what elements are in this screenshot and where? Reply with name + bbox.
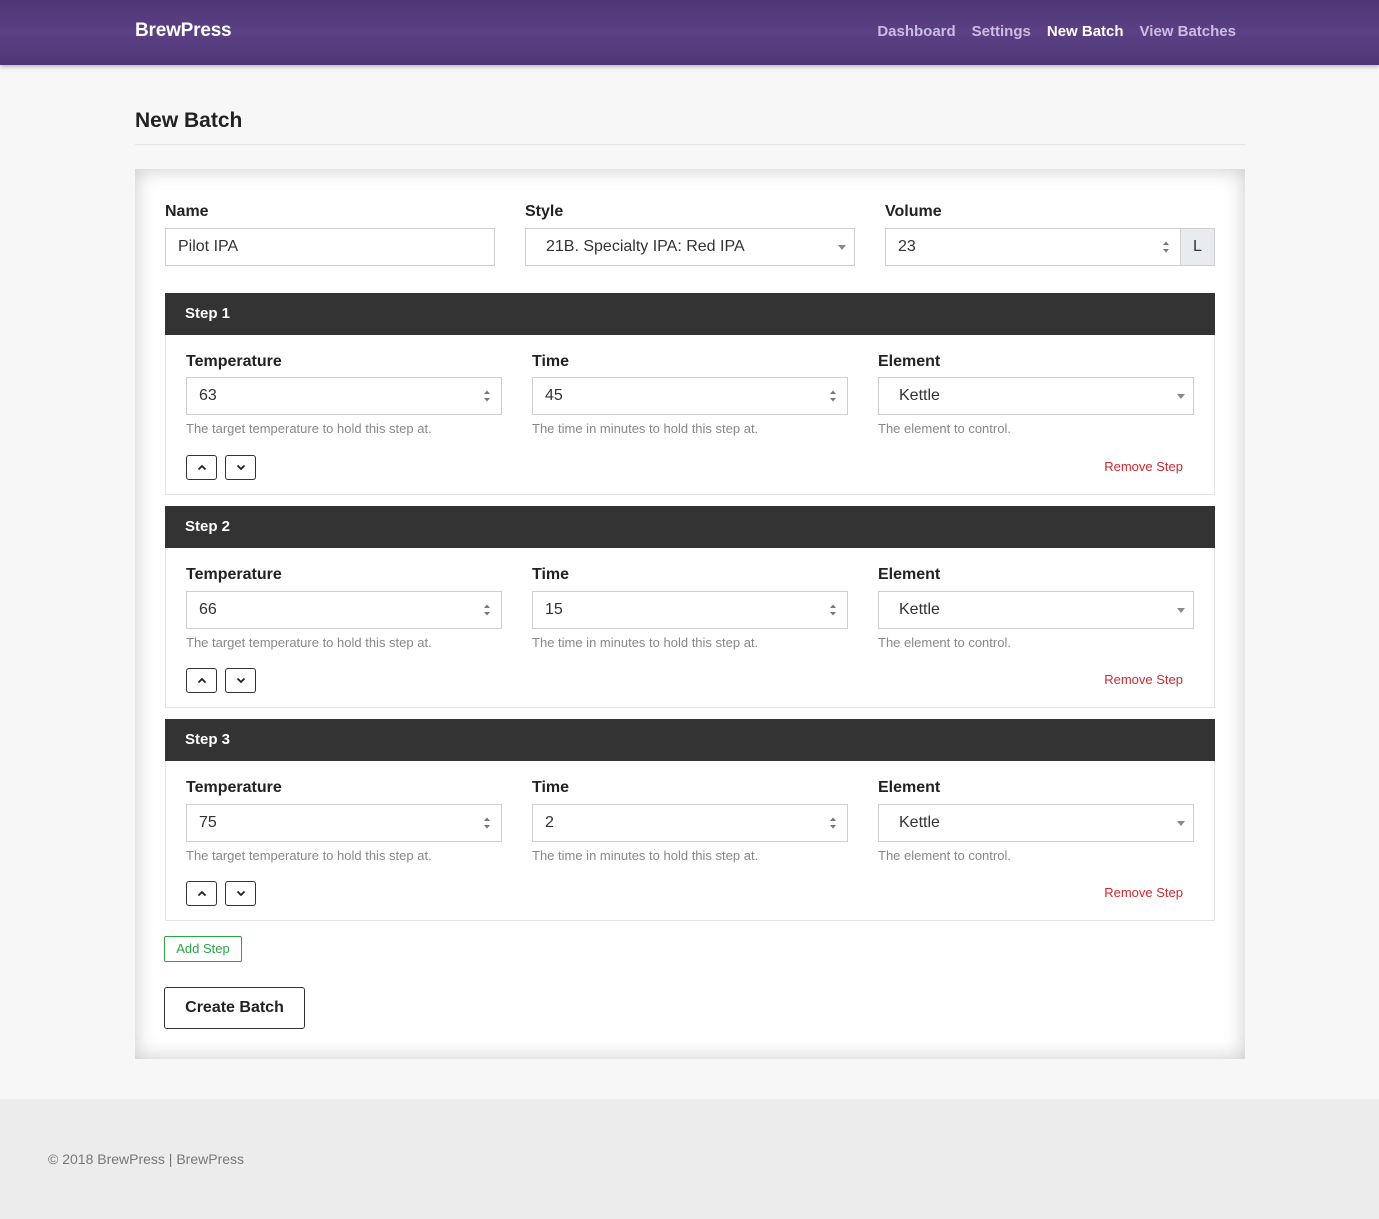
temperature-value: 75 (199, 814, 217, 831)
element-label: Element (878, 779, 941, 796)
spinner-arrows-icon[interactable] (483, 816, 491, 830)
style-select-value: 21B. Specialty IPA: Red IPA (546, 238, 745, 255)
time-label: Time (532, 353, 570, 370)
element-select[interactable]: Kettle (878, 804, 1194, 842)
element-help: The element to control. (878, 635, 1011, 650)
time-input[interactable]: 15 (532, 591, 848, 629)
title-divider (135, 144, 1245, 145)
time-label: Time (532, 566, 570, 583)
volume-label: Volume (885, 203, 942, 220)
time-label: Time (532, 779, 570, 796)
remove-step-link[interactable]: Remove Step (1104, 672, 1183, 687)
move-step-down-button[interactable] (225, 668, 256, 693)
temperature-help: The target temperature to hold this step… (186, 421, 432, 436)
element-value: Kettle (899, 601, 940, 618)
element-select[interactable]: Kettle (878, 591, 1194, 629)
move-step-down-button[interactable] (225, 881, 256, 906)
chevron-up-icon (197, 464, 207, 471)
element-label: Element (878, 353, 941, 370)
temperature-label: Temperature (186, 779, 282, 796)
spinner-arrows-icon[interactable] (829, 389, 837, 403)
step-panel: Step 2 Temperature 66 The target tempera… (165, 506, 1215, 708)
create-batch-button[interactable]: Create Batch (164, 987, 305, 1029)
name-label: Name (165, 203, 209, 220)
footer-copyright: © 2018 BrewPress | BrewPress (48, 1151, 245, 1167)
spinner-arrows-icon[interactable] (829, 816, 837, 830)
chevron-up-icon (197, 677, 207, 684)
nav-link-new-batch[interactable]: New Batch (1047, 23, 1124, 40)
nav-link-settings[interactable]: Settings (972, 23, 1031, 40)
chevron-down-icon (838, 245, 846, 250)
temperature-help: The target temperature to hold this step… (186, 848, 432, 863)
temperature-label: Temperature (186, 353, 282, 370)
temperature-input[interactable]: 75 (186, 804, 502, 842)
time-input[interactable]: 2 (532, 804, 848, 842)
move-step-up-button[interactable] (186, 881, 217, 906)
step-header: Step 1 (165, 293, 1215, 335)
spinner-arrows-icon[interactable] (829, 603, 837, 617)
volume-input[interactable]: 23 (885, 228, 1181, 266)
chevron-up-icon (197, 890, 207, 897)
element-select[interactable]: Kettle (878, 377, 1194, 415)
move-step-up-button[interactable] (186, 668, 217, 693)
temperature-value: 63 (199, 387, 217, 404)
page-title: New Batch (135, 109, 243, 132)
remove-step-link[interactable]: Remove Step (1104, 459, 1183, 474)
batch-form-card: Name Pilot IPA Style 21B. Specialty IPA:… (135, 169, 1245, 1059)
chevron-down-icon (1177, 821, 1185, 826)
add-step-button[interactable]: Add Step (164, 936, 242, 962)
spinner-arrows-icon[interactable] (1162, 240, 1170, 254)
page-footer: © 2018 BrewPress | BrewPress (0, 1099, 1379, 1219)
step-panel: Step 3 Temperature 75 The target tempera… (165, 719, 1215, 921)
element-value: Kettle (899, 814, 940, 831)
name-input[interactable]: Pilot IPA (165, 228, 495, 266)
style-label: Style (525, 203, 564, 220)
brand-logo[interactable]: BrewPress (135, 20, 232, 42)
time-input[interactable]: 45 (532, 377, 848, 415)
remove-step-link[interactable]: Remove Step (1104, 885, 1183, 900)
chevron-down-icon (236, 890, 246, 897)
style-select[interactable]: 21B. Specialty IPA: Red IPA (525, 228, 855, 266)
nav-link-dashboard[interactable]: Dashboard (877, 23, 955, 40)
time-help: The time in minutes to hold this step at… (532, 421, 759, 436)
volume-input-value: 23 (898, 238, 916, 255)
move-step-up-button[interactable] (186, 455, 217, 480)
temperature-input[interactable]: 66 (186, 591, 502, 629)
name-input-value: Pilot IPA (178, 238, 239, 255)
step-header: Step 3 (165, 719, 1215, 761)
chevron-down-icon (236, 677, 246, 684)
nav-links: Dashboard Settings New Batch View Batche… (861, 23, 1236, 40)
time-value: 45 (545, 387, 563, 404)
time-value: 2 (545, 814, 554, 831)
time-value: 15 (545, 601, 563, 618)
temperature-help: The target temperature to hold this step… (186, 635, 432, 650)
volume-unit-addon: L (1181, 228, 1215, 266)
temperature-label: Temperature (186, 566, 282, 583)
step-header: Step 2 (165, 506, 1215, 548)
spinner-arrows-icon[interactable] (483, 603, 491, 617)
element-help: The element to control. (878, 848, 1011, 863)
chevron-down-icon (1177, 608, 1185, 613)
element-label: Element (878, 566, 941, 583)
chevron-down-icon (236, 464, 246, 471)
element-value: Kettle (899, 387, 940, 404)
chevron-down-icon (1177, 394, 1185, 399)
temperature-input[interactable]: 63 (186, 377, 502, 415)
nav-link-view-batches[interactable]: View Batches (1140, 23, 1236, 40)
step-panel: Step 1 Temperature 63 The target tempera… (165, 293, 1215, 495)
time-help: The time in minutes to hold this step at… (532, 848, 759, 863)
temperature-value: 66 (199, 601, 217, 618)
spinner-arrows-icon[interactable] (483, 389, 491, 403)
move-step-down-button[interactable] (225, 455, 256, 480)
element-help: The element to control. (878, 421, 1011, 436)
top-navbar: BrewPress Dashboard Settings New Batch V… (0, 0, 1379, 65)
time-help: The time in minutes to hold this step at… (532, 635, 759, 650)
